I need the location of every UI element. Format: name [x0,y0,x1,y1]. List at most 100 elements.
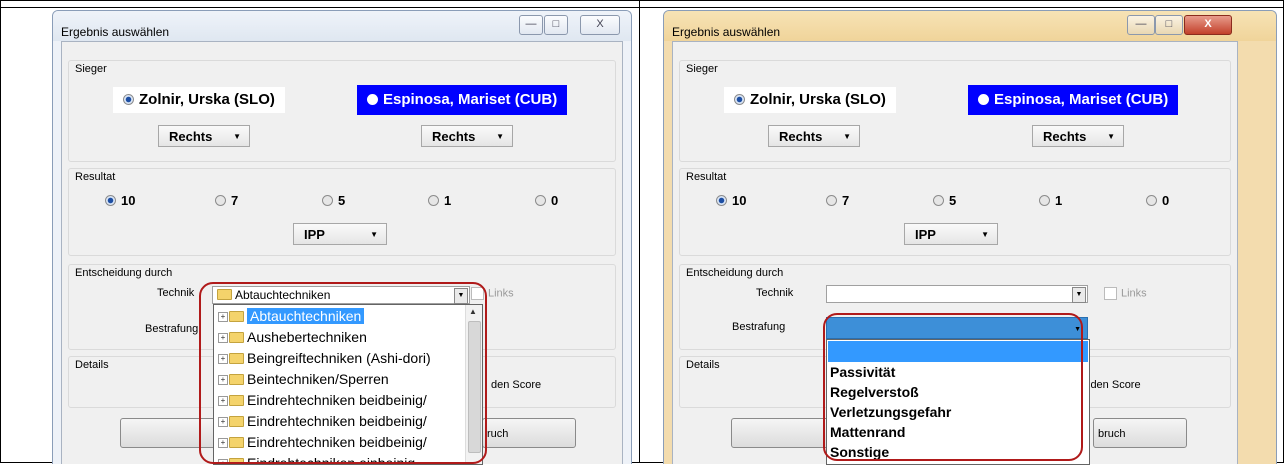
blue-competitor-name: Espinosa, Mariset (CUB) [383,91,558,108]
score-label: den Score [491,379,542,391]
result-type-value: IPP [915,227,936,242]
sieger-group: Sieger Zolnir, Urska (SLO) Espinosa, Mar… [68,60,616,162]
result-option-label: 1 [444,193,452,208]
chevron-down-icon: ▼ [981,230,989,239]
close-button[interactable]: X [1184,15,1232,35]
white-side-value: Rechts [169,129,213,144]
chevron-down-icon: ▼ [843,132,851,141]
links-checkbox[interactable]: Links [1104,287,1147,300]
result-option-label: 1 [1055,193,1063,208]
cancel-button[interactable]: ruch [482,418,576,448]
blue-competitor-name: Espinosa, Mariset (CUB) [994,91,1169,108]
score-label: lden Score [1088,379,1141,391]
result-option-5[interactable]: 5 [933,193,956,208]
radio-icon [933,195,944,207]
radio-icon [826,195,837,207]
blue-competitor-option[interactable]: Espinosa, Mariset (CUB) [357,85,568,115]
top-rule [0,7,1284,8]
resultat-label: Resultat [75,171,116,183]
cancel-button[interactable]: bruch [1093,418,1187,448]
links-label: Links [1121,287,1147,300]
result-option-7[interactable]: 7 [826,193,849,208]
chevron-down-icon[interactable]: ▼ [1072,287,1086,303]
resultat-group: Resultat 10 7 5 1 0 IPP ▼ [68,168,616,256]
cancel-label: ruch [487,428,509,440]
panel-divider [639,0,640,463]
result-option-10[interactable]: 10 [716,193,746,208]
result-type-combo[interactable]: IPP ▼ [293,223,387,245]
result-type-combo[interactable]: IPP ▼ [904,223,998,245]
entscheidung-label: Entscheidung durch [686,267,784,279]
result-option-label: 10 [732,193,747,208]
white-competitor-option[interactable]: Zolnir, Urska (SLO) [724,87,896,113]
minimize-button[interactable]: — [1127,15,1155,35]
result-option-label: 7 [231,193,239,208]
highlight-ring-right [823,313,1083,461]
chevron-down-icon: ▼ [496,132,504,141]
sieger-group: Sieger Zolnir, Urska (SLO) Espinosa, Mar… [679,60,1231,162]
left-titlebar: Ergebnis auswählen — □ X [53,11,631,41]
blue-side-value: Rechts [432,129,476,144]
details-label: Details [686,359,720,371]
result-option-label: 0 [1162,193,1170,208]
radio-icon [978,93,989,105]
radio-selected-icon [716,195,727,207]
chevron-down-icon: ▼ [370,230,378,239]
result-option-5[interactable]: 5 [322,193,345,208]
result-option-10[interactable]: 10 [105,193,135,208]
radio-selected-icon [123,93,134,105]
left-window-title: Ergebnis auswählen [61,25,170,39]
result-option-1[interactable]: 1 [1039,193,1062,208]
right-window-title: Ergebnis auswählen [672,25,781,39]
blue-side-value: Rechts [1043,129,1087,144]
white-side-value: Rechts [779,129,823,144]
links-label: Links [488,287,514,300]
result-option-label: 7 [842,193,850,208]
blue-side-combo[interactable]: Rechts ▼ [1032,125,1124,147]
result-option-0[interactable]: 0 [535,193,558,208]
result-option-label: 5 [949,193,957,208]
sieger-label: Sieger [686,63,718,75]
white-side-combo[interactable]: Rechts ▼ [158,125,250,147]
resultat-label: Resultat [686,171,727,183]
technik-label: Technik [756,287,794,299]
blue-competitor-option[interactable]: Espinosa, Mariset (CUB) [968,85,1179,115]
maximize-button[interactable]: □ [544,15,568,35]
radio-icon [428,195,439,207]
chevron-down-icon: ▼ [1107,132,1115,141]
highlight-ring-left [199,282,487,464]
white-side-combo[interactable]: Rechts ▼ [768,125,860,147]
blue-side-combo[interactable]: Rechts ▼ [421,125,513,147]
result-option-label: 5 [338,193,346,208]
close-button[interactable]: X [580,15,620,35]
radio-icon [367,93,378,105]
white-competitor-name: Zolnir, Urska (SLO) [139,91,275,108]
checkbox-icon [1104,287,1117,300]
radio-icon [322,195,333,207]
result-option-label: 0 [551,193,559,208]
resultat-group: Resultat 10 7 5 1 0 IPP ▼ [679,168,1231,256]
radio-selected-icon [734,93,745,105]
white-competitor-name: Zolnir, Urska (SLO) [750,91,886,108]
radio-icon [1146,195,1157,207]
maximize-button[interactable]: □ [1155,15,1183,35]
minimize-button[interactable]: — [519,15,543,35]
result-option-label: 10 [121,193,136,208]
cancel-label: bruch [1098,428,1126,440]
result-option-0[interactable]: 0 [1146,193,1169,208]
result-type-value: IPP [304,227,325,242]
technik-combo[interactable]: ▼ [826,285,1088,303]
chevron-down-icon: ▼ [233,132,241,141]
technik-label: Technik [157,287,195,299]
result-option-7[interactable]: 7 [215,193,238,208]
bestrafung-label: Bestrafung [732,321,786,333]
bestrafung-label: Bestrafung [145,323,199,335]
radio-icon [1039,195,1050,207]
result-option-1[interactable]: 1 [428,193,451,208]
sieger-label: Sieger [75,63,107,75]
white-competitor-option[interactable]: Zolnir, Urska (SLO) [113,87,285,113]
radio-icon [535,195,546,207]
entscheidung-label: Entscheidung durch [75,267,173,279]
radio-selected-icon [105,195,116,207]
right-titlebar: Ergebnis auswählen — □ X [664,11,1276,41]
